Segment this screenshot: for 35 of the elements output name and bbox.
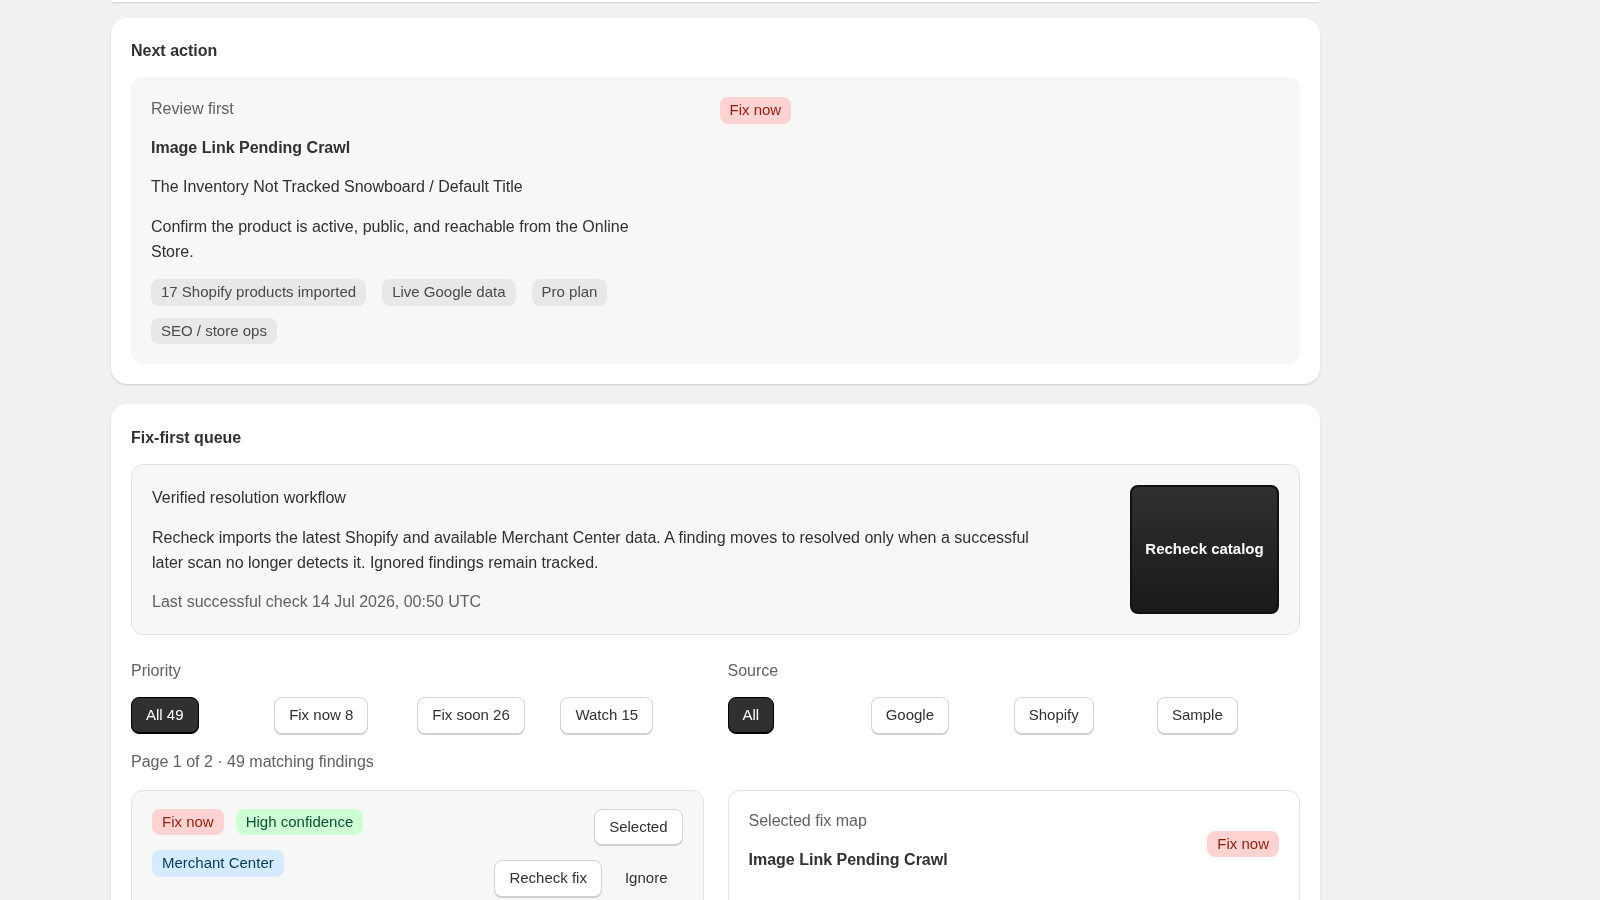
finding-action-button[interactable]: Ignore xyxy=(609,860,683,897)
filter-chip[interactable]: All xyxy=(727,697,775,734)
card-title: Next action xyxy=(131,41,219,61)
filter-label: Priority xyxy=(131,661,182,681)
recheck-catalog-button[interactable]: Recheck catalog xyxy=(1130,485,1279,614)
filter-label: Source xyxy=(727,661,780,681)
filter-chip[interactable]: Watch 15 xyxy=(560,697,654,734)
status-badge: Fix now xyxy=(152,808,224,835)
workflow-description: Recheck imports the latest Shopify and available Merchant Center data. A finding moves to resolved only when a successful later scan no longer detects it. Ignored findings remain tracked. xyxy=(152,527,1030,573)
info-tag: 17 Shopify products imported xyxy=(151,279,367,306)
filter-chip[interactable]: Sample xyxy=(1156,697,1238,734)
workflow-title: Verified resolution workflow xyxy=(152,487,347,508)
filter-chip[interactable]: All 49 xyxy=(131,697,199,734)
issue-title: Image Link Pending Crawl xyxy=(151,138,352,158)
instruction-text: Confirm the product is active, public, and reachable from the Online Store. xyxy=(151,217,630,262)
status-badge: High confidence xyxy=(235,808,364,835)
card-title: Fix-first queue xyxy=(131,428,243,448)
info-tag: Live Google data xyxy=(382,279,516,306)
filter-chip[interactable]: Google xyxy=(870,697,949,734)
status-badge: Fix now xyxy=(719,97,792,124)
info-tag: Pro plan xyxy=(531,279,608,306)
last-check-text: Last successful check 14 Jul 2026, 00:50 UTC xyxy=(152,591,483,612)
status-badge: Fix now xyxy=(1207,830,1279,857)
filter-chip[interactable]: Shopify xyxy=(1013,697,1094,734)
fix-map-title: Selected fix map xyxy=(748,810,868,831)
info-tag: SEO / store ops xyxy=(151,317,277,344)
finding-action-button[interactable]: Recheck fix xyxy=(494,860,602,897)
filter-chip[interactable]: Fix soon 26 xyxy=(417,697,525,734)
eyebrow-text: Review first xyxy=(151,99,235,119)
status-badge: Merchant Center xyxy=(152,850,284,877)
page-info: Page 1 of 2 · 49 matching findings xyxy=(131,751,375,772)
filter-chip[interactable]: Fix now 8 xyxy=(274,697,369,734)
select-toggle[interactable]: Selected xyxy=(594,808,683,845)
product-name: The Inventory Not Tracked Snowboard / Default Title xyxy=(151,177,524,197)
issue-title: Image Link Pending Crawl xyxy=(748,849,948,870)
